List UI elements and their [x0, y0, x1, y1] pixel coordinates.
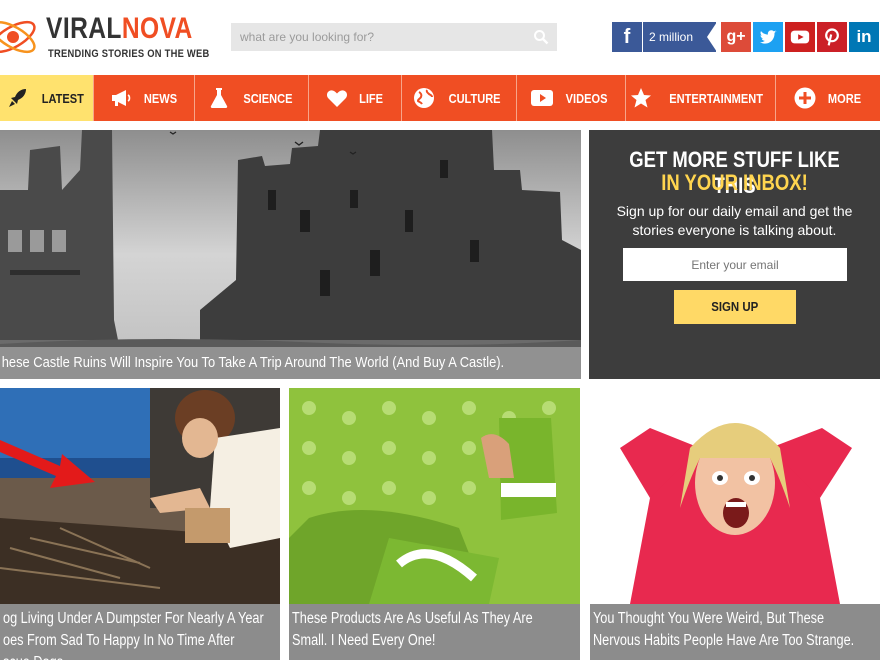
- screaming-woman-image: [590, 388, 880, 604]
- logo-nova: NOVA: [121, 12, 193, 45]
- nav-item-latest[interactable]: LATEST: [0, 75, 94, 121]
- article-card-caption[interactable]: og Living Under A Dumpster For Nearly A …: [0, 604, 280, 660]
- nav-item-life[interactable]: LIFE: [309, 75, 402, 121]
- logo-tagline: TRENDING STORIES ON THE WEB: [48, 48, 210, 60]
- caption-line: You Thought You Were Weird, But These: [593, 610, 825, 627]
- nav-label-videos: VIDEOS: [566, 90, 608, 106]
- newsletter-signup: GET MORE STUFF LIKE THIS IN YOUR INBOX! …: [589, 130, 880, 379]
- article-card-dog[interactable]: og Living Under A Dumpster For Nearly A …: [0, 388, 280, 660]
- caption-line: Small. I Need Every One!: [292, 632, 436, 649]
- signup-subheadline: IN YOUR INBOX!: [661, 170, 808, 195]
- caption-line: og Living Under A Dumpster For Nearly A …: [3, 610, 264, 627]
- caption-line: Nervous Habits People Have Are Too Stran…: [593, 632, 855, 649]
- facebook-icon[interactable]: f: [612, 22, 642, 52]
- nav-item-news[interactable]: NEWS: [94, 75, 195, 121]
- play-icon: [531, 90, 554, 106]
- castle-ruins-image: [0, 130, 581, 379]
- nav-label-news: NEWS: [143, 90, 177, 106]
- heart-icon: [326, 90, 347, 107]
- hero-caption-text: hese Castle Ruins Will Inspire You To Ta…: [1, 354, 505, 371]
- search-icon[interactable]: [533, 29, 549, 45]
- nav-label-latest: LATEST: [41, 90, 84, 106]
- megaphone-icon: [111, 90, 130, 106]
- plus-circle-icon: [794, 87, 815, 109]
- article-card-habits[interactable]: You Thought You Were Weird, But These Ne…: [590, 388, 880, 660]
- pinterest-icon[interactable]: [817, 22, 847, 52]
- logo-viral: VIRAL: [46, 12, 122, 45]
- nav-label-culture: CULTURE: [449, 90, 501, 106]
- nav-item-videos[interactable]: VIDEOS: [517, 75, 626, 121]
- youtube-icon[interactable]: [785, 22, 815, 52]
- scrubba-bag-image: [289, 388, 580, 604]
- article-card-products[interactable]: These Products Are As Useful As They Are…: [289, 388, 580, 660]
- article-card-caption[interactable]: These Products Are As Useful As They Are…: [289, 604, 580, 660]
- hero-article[interactable]: hese Castle Ruins Will Inspire You To Ta…: [0, 130, 581, 379]
- caption-line: These Products Are As Useful As They Are: [292, 610, 533, 627]
- star-icon: [631, 88, 652, 108]
- dog-rescue-image: [0, 388, 280, 604]
- facebook-like-widget[interactable]: f 2 million: [612, 22, 717, 52]
- orbit-logo-icon: [0, 20, 36, 54]
- nav-item-entertainment[interactable]: ENTERTAINMENT: [626, 75, 776, 121]
- caption-line: oes From Sad To Happy In No Time After: [3, 632, 235, 649]
- nav-item-culture[interactable]: CULTURE: [402, 75, 517, 121]
- signup-button[interactable]: SIGN UP: [674, 290, 796, 324]
- hero-caption[interactable]: hese Castle Ruins Will Inspire You To Ta…: [0, 347, 581, 379]
- nav-label-life: LIFE: [359, 90, 383, 106]
- globe-icon: [414, 88, 435, 108]
- linkedin-icon[interactable]: in: [849, 22, 879, 52]
- main-nav: LATEST NEWS SCIENCE LIFE CULTURE VIDEOS …: [0, 75, 880, 121]
- nav-label-science: SCIENCE: [242, 90, 293, 106]
- nav-label-entertainment: ENTERTAINMENT: [669, 90, 764, 106]
- facebook-notch: [707, 22, 717, 52]
- article-card-caption[interactable]: You Thought You Were Weird, But These Ne…: [590, 604, 880, 660]
- nav-label-more: MORE: [827, 90, 861, 106]
- site-logo[interactable]: VIRALNOVA TRENDING STORIES ON THE WEB: [0, 6, 209, 66]
- signup-button-label: SIGN UP: [711, 299, 759, 314]
- signup-description: Sign up for our daily email and get the …: [616, 203, 853, 238]
- nav-item-more[interactable]: MORE: [776, 75, 880, 121]
- google-plus-icon[interactable]: g+: [721, 22, 751, 52]
- search-input[interactable]: what are you looking for?: [231, 23, 557, 51]
- flask-icon: [210, 88, 227, 108]
- rocket-icon: [8, 89, 26, 107]
- facebook-count: 2 million: [642, 22, 716, 52]
- logo-wordmark: VIRALNOVA: [46, 12, 193, 46]
- email-field[interactable]: [623, 248, 847, 281]
- twitter-icon[interactable]: [753, 22, 783, 52]
- search-placeholder: what are you looking for?: [240, 30, 375, 44]
- nav-item-science[interactable]: SCIENCE: [195, 75, 309, 121]
- caption-line: scue Dogs: [3, 652, 228, 660]
- site-header: VIRALNOVA TRENDING STORIES ON THE WEB wh…: [0, 0, 880, 75]
